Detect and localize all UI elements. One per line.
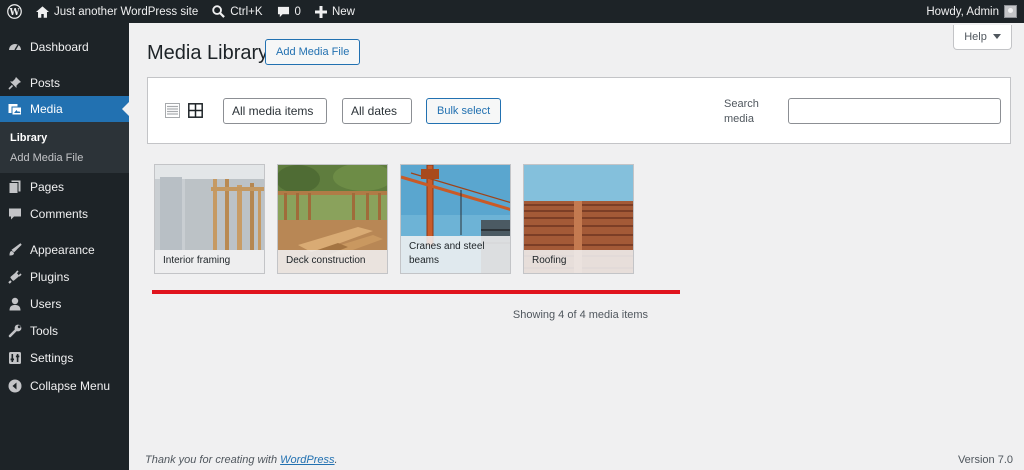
- media-icon: [8, 102, 22, 116]
- date-filter-value: All dates: [351, 104, 398, 118]
- sidebar-item-posts[interactable]: Posts: [0, 70, 129, 96]
- sidebar-item-label: Media: [30, 102, 63, 116]
- submenu-item-add-media-file[interactable]: Add Media File: [0, 148, 129, 168]
- sidebar-item-label: Settings: [30, 351, 74, 365]
- admin-sidebar: Dashboard Posts Media Library Add Media …: [0, 23, 129, 470]
- search-icon: [212, 5, 226, 18]
- media-item-roofing[interactable]: Roofing: [523, 164, 634, 274]
- sidebar-item-label: Appearance: [30, 243, 95, 257]
- highlight-underline: [152, 290, 680, 294]
- pages-icon: [8, 180, 22, 194]
- plus-icon: [314, 5, 327, 18]
- sidebar-item-users[interactable]: Users: [0, 291, 129, 317]
- media-item-caption: Deck construction: [278, 250, 387, 273]
- footer-thanks-suffix: .: [334, 454, 338, 466]
- footer-thanks-prefix: Thank you for creating with: [145, 454, 278, 466]
- caret-down-icon: [992, 34, 1001, 39]
- media-item-deck-construction[interactable]: Deck construction: [277, 164, 388, 274]
- sidebar-item-media[interactable]: Media: [0, 96, 129, 122]
- admin-bar: W Just another WordPress site Ctrl+K 0 N…: [0, 0, 1024, 23]
- sidebar-item-tools[interactable]: Tools: [0, 318, 129, 344]
- sidebar-item-appearance[interactable]: Appearance: [0, 237, 129, 263]
- sidebar-item-comments[interactable]: Comments: [0, 201, 129, 227]
- media-count-status: Showing 4 of 4 media items: [512, 309, 649, 321]
- paintbrush-icon: [8, 243, 22, 257]
- sidebar-item-label: Users: [30, 297, 62, 311]
- media-submenu: Library Add Media File: [0, 122, 129, 173]
- wrench-icon: [8, 324, 22, 338]
- footer-version: Version 7.0: [957, 454, 1013, 466]
- pushpin-icon: [8, 76, 22, 90]
- sidebar-item-pages[interactable]: Pages: [0, 174, 129, 200]
- media-type-filter-value: All media items: [232, 104, 314, 118]
- search-shortcut: Ctrl+K: [230, 5, 263, 18]
- greeting: Howdy, Admin: [926, 5, 999, 18]
- comment-icon: [8, 207, 22, 221]
- main-content: Help Media Library Add Media File All me…: [129, 23, 1024, 470]
- avatar: [1004, 5, 1017, 18]
- page-title: Media Library: [147, 42, 269, 64]
- dashboard-icon: [8, 40, 22, 54]
- sidebar-item-label: Pages: [30, 180, 65, 194]
- command-search-button[interactable]: Ctrl+K: [205, 0, 269, 23]
- sidebar-item-settings[interactable]: Settings: [0, 345, 129, 371]
- comment-icon: [277, 6, 289, 17]
- collapse-menu-button[interactable]: Collapse Menu: [0, 373, 129, 399]
- search-media-input[interactable]: [788, 98, 1001, 124]
- help-label: Help: [964, 31, 987, 43]
- search-label: Search media: [724, 98, 759, 125]
- new-label: New: [331, 5, 355, 18]
- settings-icon: [8, 351, 22, 365]
- media-item-caption: Cranes and steel beams: [401, 236, 510, 273]
- media-item-caption: Interior framing: [155, 250, 264, 273]
- media-item-interior-framing[interactable]: Interior framing: [154, 164, 265, 274]
- sidebar-item-label: Collapse Menu: [30, 379, 111, 393]
- new-content-button[interactable]: New: [308, 0, 362, 23]
- media-type-filter[interactable]: All media items: [223, 98, 327, 124]
- sidebar-item-label: Plugins: [30, 270, 70, 284]
- comments-link[interactable]: 0: [270, 0, 308, 23]
- sidebar-item-dashboard[interactable]: Dashboard: [0, 34, 129, 60]
- sidebar-item-label: Comments: [30, 207, 89, 221]
- submenu-item-library[interactable]: Library: [0, 128, 129, 148]
- help-tab-button[interactable]: Help: [953, 25, 1012, 50]
- media-toolbar: All media items All dates Bulk select Se…: [147, 77, 1011, 144]
- media-item-cranes-and-steel-beams[interactable]: Cranes and steel beams: [400, 164, 511, 274]
- sidebar-item-label: Posts: [30, 76, 61, 90]
- wordpress-logo-icon: W: [7, 4, 22, 19]
- home-icon: [36, 5, 49, 18]
- media-item-caption: Roofing: [524, 250, 633, 273]
- date-filter[interactable]: All dates: [342, 98, 412, 124]
- collapse-icon: [8, 379, 22, 393]
- site-name-link[interactable]: Just another WordPress site: [29, 0, 205, 23]
- sidebar-item-label: Dashboard: [30, 40, 89, 54]
- add-media-file-button[interactable]: Add Media File: [265, 39, 361, 65]
- sidebar-item-plugins[interactable]: Plugins: [0, 264, 129, 290]
- sidebar-item-label: Tools: [30, 324, 59, 338]
- footer-thanks: Thank you for creating with WordPress.: [145, 454, 338, 466]
- user-icon: [8, 297, 22, 311]
- site-name: Just another WordPress site: [54, 5, 199, 18]
- svg-text:W: W: [8, 8, 20, 18]
- grid-view-icon[interactable]: [188, 103, 203, 118]
- wordpress-link[interactable]: WordPress: [280, 454, 334, 466]
- list-view-icon[interactable]: [165, 103, 180, 118]
- bulk-select-button[interactable]: Bulk select: [426, 98, 502, 124]
- comments-count: 0: [294, 5, 301, 18]
- plug-icon: [8, 270, 22, 284]
- account-menu[interactable]: Howdy, Admin: [919, 0, 1024, 23]
- wordpress-logo-button[interactable]: W: [0, 0, 29, 23]
